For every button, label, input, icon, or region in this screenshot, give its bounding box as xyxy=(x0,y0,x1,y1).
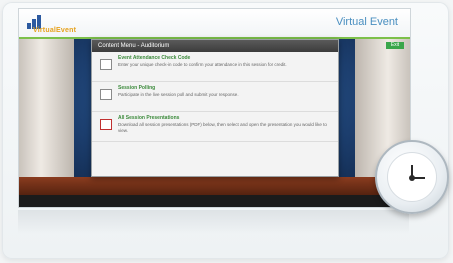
list-item[interactable]: All Session Presentations Download all s… xyxy=(92,112,338,142)
item-description: Participate in the live session poll and… xyxy=(118,92,239,97)
list-item[interactable]: Session Polling Participate in the live … xyxy=(92,82,338,112)
item-description: Enter your unique check-in code to confi… xyxy=(118,62,287,67)
bottom-bar xyxy=(19,195,410,207)
dialog-title: Content Menu - Auditorium xyxy=(92,40,338,52)
list-item[interactable]: Event Attendance Check Code Enter your u… xyxy=(92,52,338,82)
item-label: Session Polling xyxy=(118,85,156,91)
clock-face xyxy=(387,152,437,202)
page-title: Virtual Event xyxy=(335,16,398,28)
presentation-icon xyxy=(100,119,112,130)
document-icon xyxy=(100,59,112,70)
logo: VirtualEvent xyxy=(27,13,85,35)
item-label: Event Attendance Check Code xyxy=(118,55,191,61)
top-bar: VirtualEvent Virtual Event xyxy=(19,9,410,39)
curtain-left xyxy=(19,39,74,189)
item-label: All Session Presentations xyxy=(118,115,180,121)
exit-button[interactable]: Exit xyxy=(386,42,404,49)
clock-center-pin xyxy=(409,175,415,181)
virtual-event-screenshot: VirtualEvent Virtual Event Exit Content … xyxy=(18,8,411,208)
logo-text: VirtualEvent xyxy=(33,27,77,34)
clock-icon xyxy=(375,140,449,214)
item-description: Download all session presentations (PDF)… xyxy=(118,122,327,133)
screen-reflection xyxy=(18,210,409,234)
poll-icon xyxy=(100,89,112,100)
content-menu-dialog: Content Menu - Auditorium Event Attendan… xyxy=(91,39,339,177)
promo-card: VirtualEvent Virtual Event Exit Content … xyxy=(2,2,449,259)
